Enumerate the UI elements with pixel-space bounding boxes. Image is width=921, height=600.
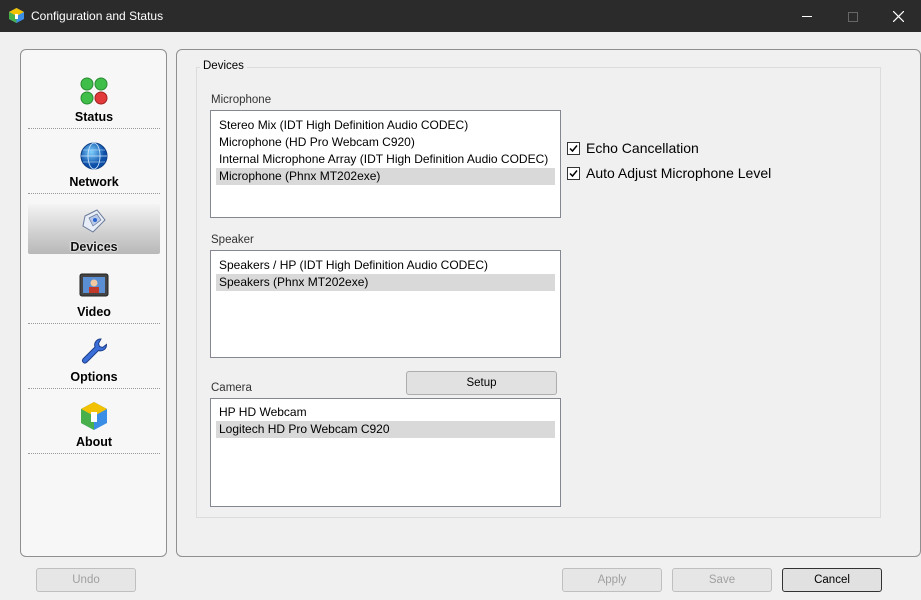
- list-item[interactable]: Speakers (Phnx MT202exe): [216, 274, 555, 291]
- speaker-list[interactable]: Speakers / HP (IDT High Definition Audio…: [210, 250, 561, 358]
- minimize-button[interactable]: [784, 0, 830, 32]
- app-logo-icon: [9, 8, 24, 23]
- checkmark-icon: [569, 145, 578, 153]
- cancel-button[interactable]: Cancel: [782, 568, 882, 592]
- divider: [28, 453, 160, 454]
- groupbox-title: Devices: [200, 60, 247, 72]
- maximize-icon: [848, 11, 858, 22]
- sidebar-item-label: Options: [70, 370, 118, 384]
- camera-setup-button[interactable]: Setup: [406, 371, 557, 395]
- checkbox-box[interactable]: [567, 167, 580, 180]
- microphone-label: Microphone: [211, 94, 272, 106]
- sidebar-item-video[interactable]: Video: [28, 269, 160, 327]
- sidebar-item-devices[interactable]: Devices: [28, 204, 160, 254]
- sidebar-item-label: Video: [77, 305, 111, 319]
- window-title: Configuration and Status: [31, 9, 164, 23]
- divider: [28, 388, 160, 389]
- camera-label: Camera: [211, 382, 252, 394]
- divider: [28, 128, 160, 129]
- sidebar-item-network[interactable]: Network: [28, 139, 160, 197]
- list-item[interactable]: Microphone (HD Pro Webcam C920): [216, 134, 415, 151]
- apply-button[interactable]: Apply: [562, 568, 662, 592]
- sidebar-item-label: About: [75, 435, 113, 449]
- sidebar: Status Network Devices Video Options Abo…: [20, 49, 167, 557]
- checkbox-label: Auto Adjust Microphone Level: [586, 165, 772, 181]
- list-item[interactable]: Stereo Mix (IDT High Definition Audio CO…: [216, 117, 468, 134]
- sidebar-item-options[interactable]: Options: [28, 334, 160, 392]
- checkbox-box[interactable]: [567, 142, 580, 155]
- sidebar-item-status[interactable]: Status: [28, 74, 160, 132]
- checkbox-label: Echo Cancellation: [586, 140, 699, 156]
- divider: [28, 193, 160, 194]
- speaker-label: Speaker: [211, 234, 254, 246]
- undo-button[interactable]: Undo: [36, 568, 136, 592]
- sidebar-item-label: Status: [74, 110, 114, 124]
- sidebar-item-label: Devices: [70, 240, 118, 254]
- close-button[interactable]: [875, 0, 921, 32]
- status-lights-icon: [80, 77, 108, 105]
- list-item[interactable]: Microphone (Phnx MT202exe): [216, 168, 555, 185]
- list-item[interactable]: Internal Microphone Array (IDT High Defi…: [216, 151, 548, 168]
- microphone-list[interactable]: Stereo Mix (IDT High Definition Audio CO…: [210, 110, 561, 218]
- list-item[interactable]: Logitech HD Pro Webcam C920: [216, 421, 555, 438]
- sidebar-item-about[interactable]: About: [28, 399, 160, 457]
- minimize-icon: [802, 16, 812, 18]
- about-logo-icon: [81, 402, 107, 430]
- camera-list[interactable]: HP HD Webcam Logitech HD Pro Webcam C920: [210, 398, 561, 507]
- title-bar[interactable]: Configuration and Status: [0, 0, 921, 32]
- globe-icon: [80, 142, 108, 170]
- wrench-icon: [82, 338, 107, 364]
- close-icon: [892, 10, 904, 23]
- checkmark-icon: [569, 170, 578, 178]
- list-item[interactable]: HP HD Webcam: [216, 404, 307, 421]
- sidebar-item-label: Network: [69, 175, 119, 189]
- divider: [28, 323, 160, 324]
- save-button[interactable]: Save: [672, 568, 772, 592]
- maximize-button[interactable]: [830, 0, 876, 32]
- video-monitor-icon: [79, 273, 109, 297]
- usb-device-icon: [82, 209, 106, 233]
- list-item[interactable]: Speakers / HP (IDT High Definition Audio…: [216, 257, 488, 274]
